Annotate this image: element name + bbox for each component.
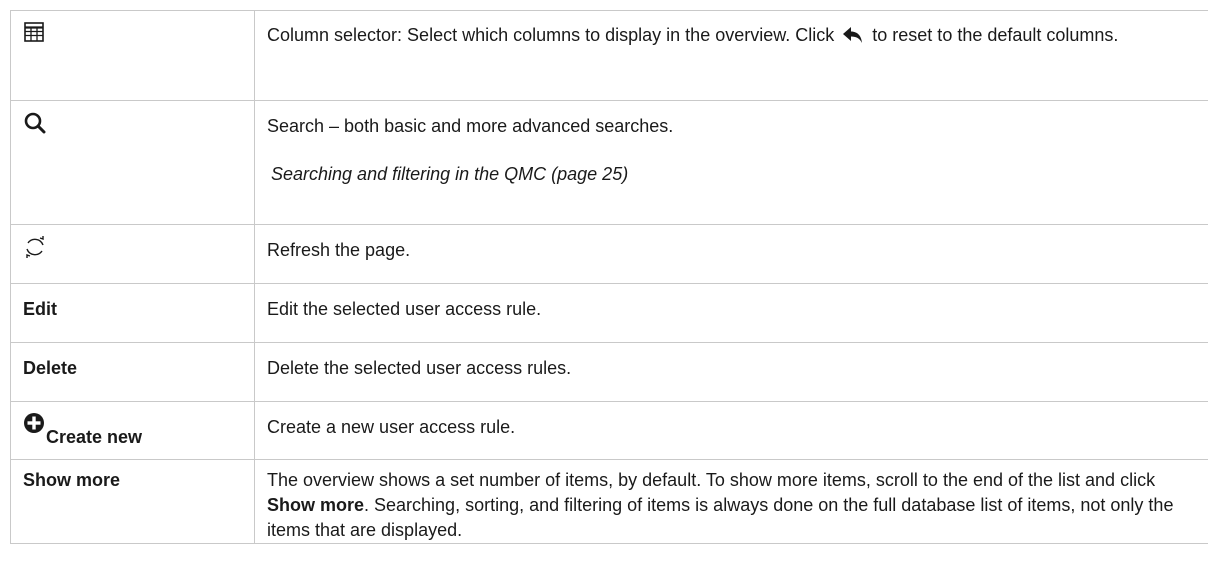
description-text: The overview shows a set number of items…	[267, 470, 1156, 490]
description-text: Search – both basic and more advanced se…	[267, 116, 674, 136]
plus-circle-icon	[23, 412, 45, 443]
table-row: Show more The overview shows a set numbe…	[10, 459, 1208, 544]
create-new-text: Create new	[46, 427, 143, 447]
description-cell: Edit the selected user access rule.	[254, 283, 1208, 343]
show-more-inline: Show more	[267, 495, 365, 515]
description-cell: Column selector: Select which columns to…	[254, 10, 1208, 101]
description-text: Create a new user access rule.	[267, 417, 516, 437]
show-more-label: Show more	[10, 459, 255, 544]
delete-label: Delete	[10, 342, 255, 402]
description-text: to reset to the default columns.	[872, 25, 1119, 45]
table-row: Refresh the page.	[10, 224, 1208, 284]
column-selector-icon	[23, 21, 45, 52]
description-text: Delete the selected user access rules.	[267, 358, 572, 378]
table-row: Edit Edit the selected user access rule.	[10, 283, 1208, 343]
description-text: . Searching, sorting, and filtering of i…	[267, 495, 1174, 540]
description-text: Column selector: Select which columns to…	[267, 25, 835, 45]
table-row: Create new Create a new user access rule…	[10, 401, 1208, 460]
description-text: Refresh the page.	[267, 240, 411, 260]
description-cell: Create a new user access rule.	[254, 401, 1208, 460]
create-new-label: Create new	[23, 412, 142, 447]
refresh-icon	[23, 235, 47, 268]
description-cell: Refresh the page.	[254, 224, 1208, 284]
description-text: Edit the selected user access rule.	[267, 299, 542, 319]
icon-cell	[10, 224, 255, 284]
table-row: Column selector: Select which columns to…	[10, 10, 1208, 101]
icon-cell: Create new	[10, 401, 255, 460]
icon-cell	[10, 100, 255, 225]
reset-arrow-icon	[842, 23, 864, 53]
search-icon	[23, 111, 47, 144]
table-row: Delete Delete the selected user access r…	[10, 342, 1208, 402]
edit-label: Edit	[10, 283, 255, 343]
icon-cell	[10, 10, 255, 101]
description-cell: The overview shows a set number of items…	[254, 459, 1208, 544]
table-row: Search – both basic and more advanced se…	[10, 100, 1208, 225]
description-cell: Delete the selected user access rules.	[254, 342, 1208, 402]
toolbar-options-table: Column selector: Select which columns to…	[10, 10, 1208, 544]
page-reference-link[interactable]: Searching and filtering in the QMC (page…	[267, 159, 1196, 189]
description-cell: Search – both basic and more advanced se…	[254, 100, 1208, 225]
